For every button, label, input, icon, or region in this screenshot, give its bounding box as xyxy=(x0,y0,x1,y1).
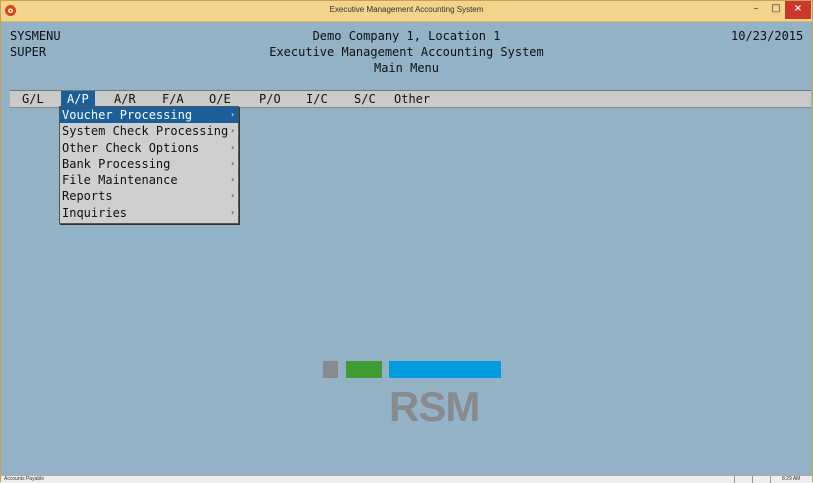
window-title: Executive Management Accounting System xyxy=(329,5,484,14)
close-button[interactable]: × xyxy=(785,1,811,19)
logo-blue-bar xyxy=(389,361,501,378)
dropdown-item-other-check-options[interactable]: Other Check Options › xyxy=(60,140,238,156)
app-window: o Executive Management Accounting System… xyxy=(0,0,813,483)
dropdown-item-system-check-processing[interactable]: System Check Processing › xyxy=(60,123,238,139)
dropdown-item-label: Bank Processing xyxy=(62,156,171,171)
submenu-arrow-icon: › xyxy=(230,191,235,201)
dropdown-item-file-maintenance[interactable]: File Maintenance › xyxy=(60,172,238,188)
menu-other[interactable]: Other xyxy=(388,91,436,107)
minimize-button[interactable]: – xyxy=(746,1,766,19)
maximize-button[interactable]: □ xyxy=(766,1,786,19)
dropdown-item-label: Voucher Processing xyxy=(62,108,193,122)
menu-oe[interactable]: O/E xyxy=(203,91,237,107)
menu-ap[interactable]: A/P xyxy=(61,91,95,107)
menu-title: Main Menu xyxy=(373,61,440,75)
dropdown-item-label: System Check Processing xyxy=(62,124,229,139)
logo-green-bar xyxy=(346,361,382,378)
status-module: Accounts Payable xyxy=(4,476,45,482)
submenu-arrow-icon: › xyxy=(230,207,235,217)
menu-sc[interactable]: S/C xyxy=(348,91,382,107)
dropdown-item-inquiries[interactable]: Inquiries › xyxy=(60,205,238,221)
company-location: Demo Company 1, Location 1 xyxy=(312,29,501,43)
dropdown-item-voucher-processing[interactable]: Voucher Processing › xyxy=(60,107,238,124)
system-title: Executive Management Accounting System xyxy=(269,45,544,59)
menu-gl[interactable]: G/L xyxy=(16,91,50,107)
logo-text: RSM xyxy=(389,383,480,430)
logo-gray-bar xyxy=(323,361,338,378)
menu-po[interactable]: P/O xyxy=(253,91,287,107)
dropdown-item-label: Reports xyxy=(62,189,113,204)
dropdown-item-bank-processing[interactable]: Bank Processing › xyxy=(60,156,238,172)
status-time: 8:29 AM xyxy=(782,476,801,482)
submenu-arrow-icon: › xyxy=(230,175,235,185)
rsm-logo: RSM xyxy=(323,361,503,441)
dropdown-item-reports[interactable]: Reports › xyxy=(60,188,238,204)
menu-ic[interactable]: I/C xyxy=(300,91,334,107)
current-date: 10/23/2015 xyxy=(731,29,804,43)
title-bar[interactable]: o Executive Management Accounting System… xyxy=(1,1,812,22)
menu-fa[interactable]: F/A xyxy=(156,91,190,107)
dropdown-item-label: File Maintenance xyxy=(62,173,178,188)
dropdown-item-label: Inquiries xyxy=(62,205,128,220)
ap-dropdown-menu: Voucher Processing › System Check Proces… xyxy=(59,106,239,224)
submenu-arrow-icon: › xyxy=(230,142,235,152)
submenu-arrow-icon: › xyxy=(230,126,235,136)
submenu-arrow-icon: › xyxy=(230,110,235,119)
menu-ar[interactable]: A/R xyxy=(108,91,142,107)
dropdown-item-label: Other Check Options xyxy=(62,140,200,155)
submenu-arrow-icon: › xyxy=(230,158,235,168)
